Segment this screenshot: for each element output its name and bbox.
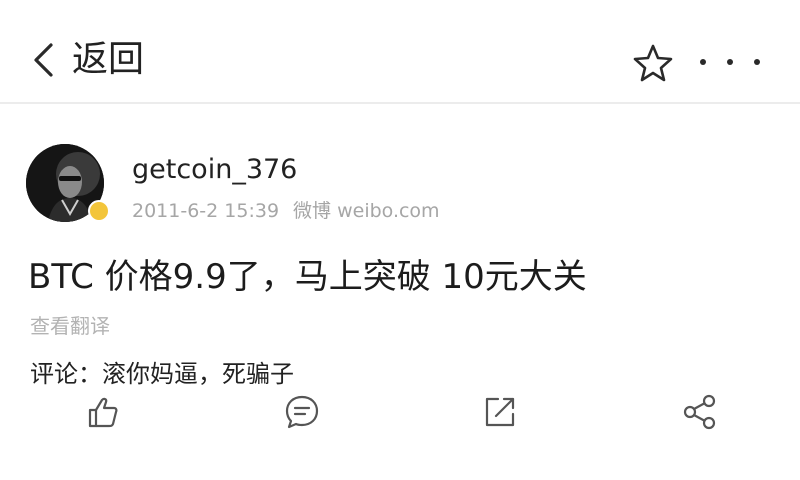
back-label: 返回 — [72, 39, 145, 80]
author-name[interactable]: getcoin_376 — [132, 152, 297, 188]
more-button[interactable] — [700, 48, 760, 76]
comment-text: 评论：滚你妈逼，死骗子 — [30, 360, 294, 388]
repost-arrow-icon — [485, 397, 515, 427]
verified-badge-icon — [88, 200, 110, 222]
like-button[interactable] — [82, 392, 122, 432]
star-outline-icon — [633, 44, 673, 82]
share-icon — [683, 394, 716, 430]
more-dot — [754, 59, 760, 65]
repost-button[interactable] — [480, 392, 520, 432]
share-button[interactable] — [680, 392, 720, 432]
thumbs-up-icon — [88, 397, 118, 428]
more-dot — [727, 59, 733, 65]
favorite-button[interactable] — [632, 42, 674, 84]
top-nav-bar: 返回 — [0, 0, 800, 104]
comment-button[interactable] — [282, 392, 322, 432]
translate-link[interactable]: 查看翻译 — [30, 312, 110, 340]
post-body: BTC 价格9.9了，马上突破 10元大关 — [28, 257, 587, 297]
post-source: 微博 weibo.com — [293, 200, 440, 222]
post-timestamp: 2011-6-2 15:39 — [132, 200, 280, 222]
post-meta: 2011-6-2 15:39 微博 weibo.com — [132, 198, 440, 224]
comment-bubble-icon — [285, 395, 319, 429]
post-detail-screen: 返回 getcoin_376 2011-6-2 15:39 微博 weibo.c… — [0, 0, 800, 480]
back-button[interactable]: 返回 — [30, 36, 144, 84]
more-dot — [700, 59, 706, 65]
chevron-left-icon — [34, 43, 53, 77]
